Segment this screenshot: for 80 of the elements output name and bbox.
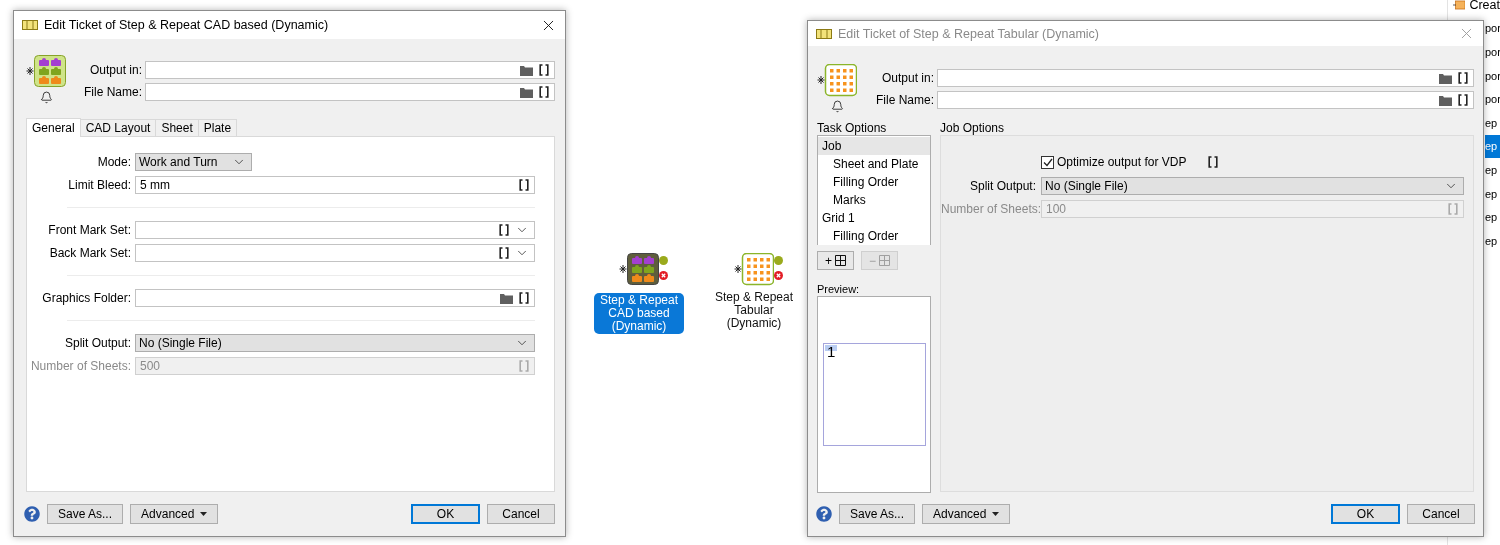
dropdown[interactable]: No (Single File) (135, 334, 535, 352)
field-label: Back Mark Set: (48, 246, 131, 260)
status-dot-icon (774, 256, 783, 265)
puzzle-grid-icon (26, 55, 66, 88)
tab[interactable]: CAD Layout (79, 119, 157, 136)
folder-icon[interactable] (500, 292, 513, 304)
section-title: Preview: (817, 283, 861, 295)
tree-item[interactable]: Job (818, 137, 930, 155)
variable-icon[interactable] (499, 224, 509, 236)
error-icon (774, 271, 783, 280)
input-field[interactable] (145, 83, 555, 101)
folder-icon[interactable] (1439, 94, 1452, 106)
bell-icon (39, 91, 53, 104)
window-title: Edit Ticket of Step & Repeat CAD based (Dynamic) (44, 18, 330, 32)
section-title: Task Options (817, 122, 888, 135)
tab[interactable]: General (26, 118, 81, 137)
caret-icon (992, 512, 1000, 516)
checkbox[interactable] (1041, 155, 1054, 169)
field-label: File Name: (875, 93, 934, 107)
field-label: Output in: (88, 63, 142, 77)
variable-icon[interactable] (519, 179, 529, 191)
node-label[interactable]: Step & Repeat CAD based (Dynamic) (594, 293, 684, 334)
button[interactable]: Advanced (130, 504, 219, 524)
button[interactable]: Advanced (922, 504, 1011, 524)
button[interactable]: OK (1331, 504, 1400, 524)
bell-icon (830, 100, 844, 113)
page-number: 1 (825, 345, 838, 359)
caret-icon (200, 512, 208, 516)
field-label: Mode: (96, 155, 131, 169)
button[interactable]: Cancel (487, 504, 555, 524)
field-label: Limit Bleed: (67, 178, 131, 192)
combo-field[interactable] (135, 244, 535, 262)
input-field[interactable] (135, 289, 535, 307)
input-field[interactable]: 5 mm (135, 176, 535, 194)
grid-icon (879, 255, 890, 266)
tab[interactable]: Plate (197, 119, 238, 136)
error-icon (659, 271, 668, 280)
field-label: Number of Sheets: (29, 359, 131, 373)
folder-icon[interactable] (1439, 72, 1452, 84)
combo-field[interactable] (135, 221, 535, 239)
variable-icon[interactable] (539, 64, 549, 76)
grid-button[interactable]: + (817, 251, 854, 270)
node-label[interactable]: Step & Repeat Tabular (Dynamic) (710, 290, 798, 331)
dot-grid-icon (817, 64, 857, 97)
help-icon[interactable] (24, 506, 40, 522)
button[interactable]: OK (411, 504, 480, 524)
list-item[interactable]: ep (1485, 134, 1500, 159)
dropdown[interactable]: No (Single File) (1041, 177, 1464, 195)
button[interactable]: Cancel (1407, 504, 1475, 524)
task-icon (1453, 0, 1466, 11)
help-icon[interactable] (816, 506, 832, 522)
field-label: Output in: (880, 71, 934, 85)
field-label: Graphics Folder: (41, 291, 131, 305)
button[interactable]: Save As... (839, 504, 916, 524)
ticket-icon (22, 19, 38, 31)
variable-icon[interactable] (539, 86, 549, 98)
field-label: Front Mark Set: (47, 223, 131, 237)
ticket-icon (816, 27, 832, 40)
field-label: File Name: (83, 85, 142, 99)
field-label: Split Output: (63, 336, 131, 350)
variable-icon[interactable] (1458, 72, 1468, 84)
grid-icon (835, 255, 846, 266)
variable-icon[interactable] (1458, 94, 1468, 106)
input-field[interactable] (937, 91, 1474, 109)
input-field[interactable] (145, 61, 555, 79)
input-field[interactable] (937, 69, 1474, 87)
section-title: Job Options (940, 122, 1006, 135)
variable-icon[interactable] (499, 247, 509, 259)
folder-icon[interactable] (520, 64, 533, 76)
folder-icon[interactable] (520, 86, 533, 98)
dot-grid-icon (734, 253, 774, 286)
variable-icon[interactable] (519, 292, 529, 304)
status-dot-icon (659, 256, 668, 265)
puzzle-grid-icon (619, 253, 659, 286)
window-title: Edit Ticket of Step & Repeat Tabular (Dynamic) (838, 26, 1100, 41)
variable-icon[interactable] (1208, 156, 1219, 168)
field-label: Split Output: (968, 179, 1036, 193)
checkbox-label: Optimize output for VDP (1057, 155, 1187, 169)
dropdown[interactable]: Work and Turn (135, 153, 252, 171)
button[interactable]: Save As... (47, 504, 124, 524)
